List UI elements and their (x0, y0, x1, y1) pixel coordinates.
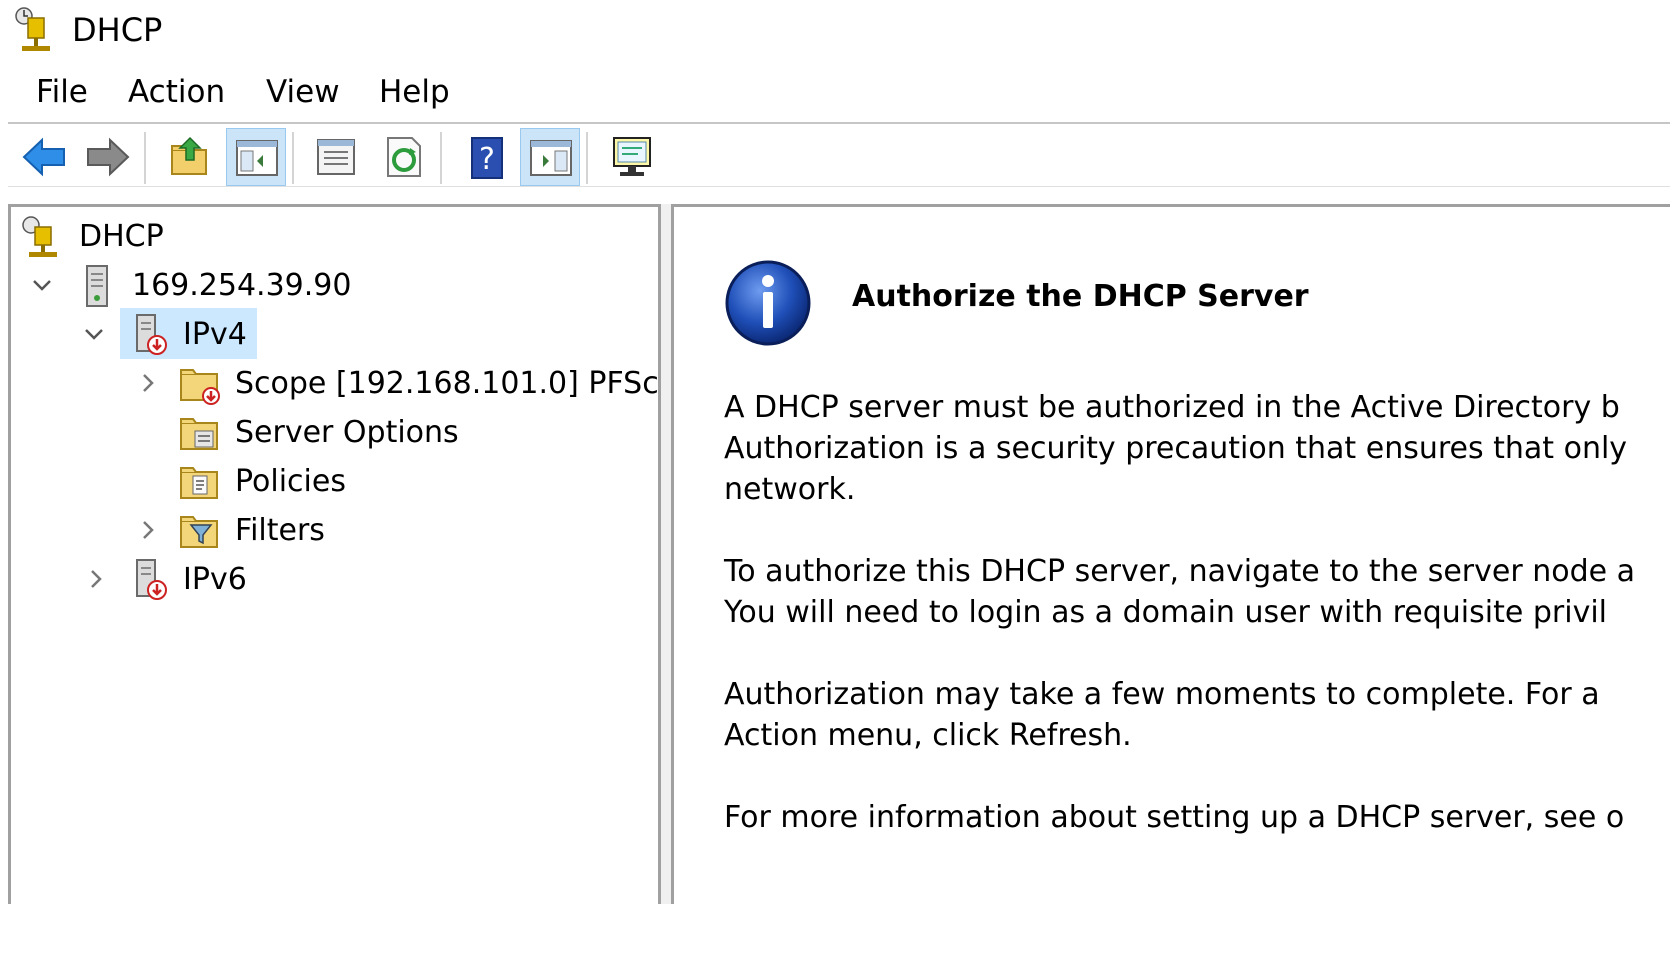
toolbar: ? (8, 126, 1670, 188)
authorize-server-button[interactable] (602, 128, 662, 186)
policies-folder-icon (180, 467, 218, 499)
toolbar-separator (144, 132, 146, 184)
title-bar: DHCP (0, 0, 1670, 62)
page-heading: Authorize the DHCP Server (852, 279, 1309, 314)
chevron-down-icon[interactable] (27, 270, 57, 300)
properties-icon (317, 139, 355, 175)
show-hide-action-pane-button[interactable] (520, 128, 580, 186)
server-icon (86, 265, 108, 307)
paragraph-3-line-2: Action menu, click Refresh. (724, 718, 1132, 753)
chevron-right-icon[interactable] (81, 564, 111, 594)
tree-label-ipv4: IPv4 (183, 317, 247, 352)
chevron-down-icon[interactable] (79, 319, 109, 349)
ipv4-icon (136, 314, 167, 355)
tree-item-ipv4[interactable]: IPv4 (11, 311, 658, 359)
menu-view[interactable]: View (266, 72, 340, 112)
tree-item-policies[interactable]: Policies (11, 458, 658, 506)
toolbar-separator-line (8, 186, 1670, 187)
dhcp-root-icon (22, 216, 57, 257)
tree-label-server-options: Server Options (235, 415, 459, 450)
tree-item-ipv6[interactable]: IPv6 (11, 556, 658, 604)
dhcp-app-icon (15, 7, 50, 51)
console-tree-icon (236, 140, 278, 176)
scope-folder-icon (180, 369, 220, 405)
forward-arrow-icon (87, 137, 130, 177)
toolbar-separator (586, 132, 588, 184)
paragraph-2-line-1: To authorize this DHCP server, navigate … (724, 554, 1635, 589)
up-one-level-button[interactable] (160, 128, 220, 186)
tree-label-scope: Scope [192.168.101.0] PFScop (235, 366, 661, 401)
tree-label-policies: Policies (235, 464, 346, 499)
window-title: DHCP (72, 11, 163, 49)
tree-item-filters[interactable]: Filters (11, 507, 658, 555)
toolbar-separator (440, 132, 442, 184)
paragraph-1-line-1: A DHCP server must be authorized in the … (724, 390, 1620, 425)
svg-text:?: ? (479, 142, 495, 177)
ipv6-icon (136, 559, 167, 600)
tree-label-dhcp: DHCP (79, 219, 164, 254)
paragraph-4-line-1: For more information about setting up a … (724, 800, 1625, 835)
menu-separator (8, 122, 1670, 124)
info-icon (725, 260, 811, 346)
tree-item-server-options[interactable]: Server Options (11, 409, 658, 457)
tree-label-filters: Filters (235, 513, 325, 548)
menu-help[interactable]: Help (379, 72, 450, 112)
server-options-folder-icon (180, 418, 218, 450)
monitor-icon (613, 137, 651, 176)
tree-label-server: 169.254.39.90 (132, 268, 352, 303)
paragraph-2-line-2: You will need to login as a domain user … (724, 595, 1607, 630)
pane-splitter[interactable] (661, 204, 671, 904)
action-pane-icon (530, 140, 572, 176)
chevron-right-icon[interactable] (133, 368, 163, 398)
tree-item-dhcp[interactable]: DHCP (11, 213, 658, 261)
show-hide-console-tree-button[interactable] (226, 128, 286, 186)
back-button[interactable] (14, 128, 74, 186)
chevron-right-icon[interactable] (133, 515, 163, 545)
menu-action[interactable]: Action (128, 72, 225, 112)
paragraph-1-line-2: Authorization is a security precaution t… (724, 431, 1628, 466)
help-icon: ? (471, 137, 503, 179)
tree-label-ipv6: IPv6 (183, 562, 247, 597)
paragraph-1-line-3: network. (724, 472, 856, 507)
paragraph-3-line-1: Authorization may take a few moments to … (724, 677, 1600, 712)
results-pane: Authorize the DHCP Server A DHCP server … (671, 204, 1670, 904)
refresh-icon (387, 137, 421, 177)
back-arrow-icon (22, 137, 65, 177)
toolbar-separator (292, 132, 294, 184)
menu-file[interactable]: File (36, 72, 88, 112)
tree-item-scope[interactable]: Scope [192.168.101.0] PFScop (11, 360, 658, 408)
tree-item-server[interactable]: 169.254.39.90 (11, 262, 658, 310)
folder-up-icon (171, 136, 207, 175)
refresh-button[interactable] (374, 128, 434, 186)
properties-button[interactable] (306, 128, 366, 186)
menu-bar: File Action View Help (0, 68, 1670, 116)
filters-folder-icon (180, 516, 218, 548)
forward-button[interactable] (78, 128, 138, 186)
console-tree: DHCP 169.254.39.90 IPv4 Scope [192.168.1… (8, 204, 661, 904)
help-button[interactable]: ? (456, 128, 516, 186)
